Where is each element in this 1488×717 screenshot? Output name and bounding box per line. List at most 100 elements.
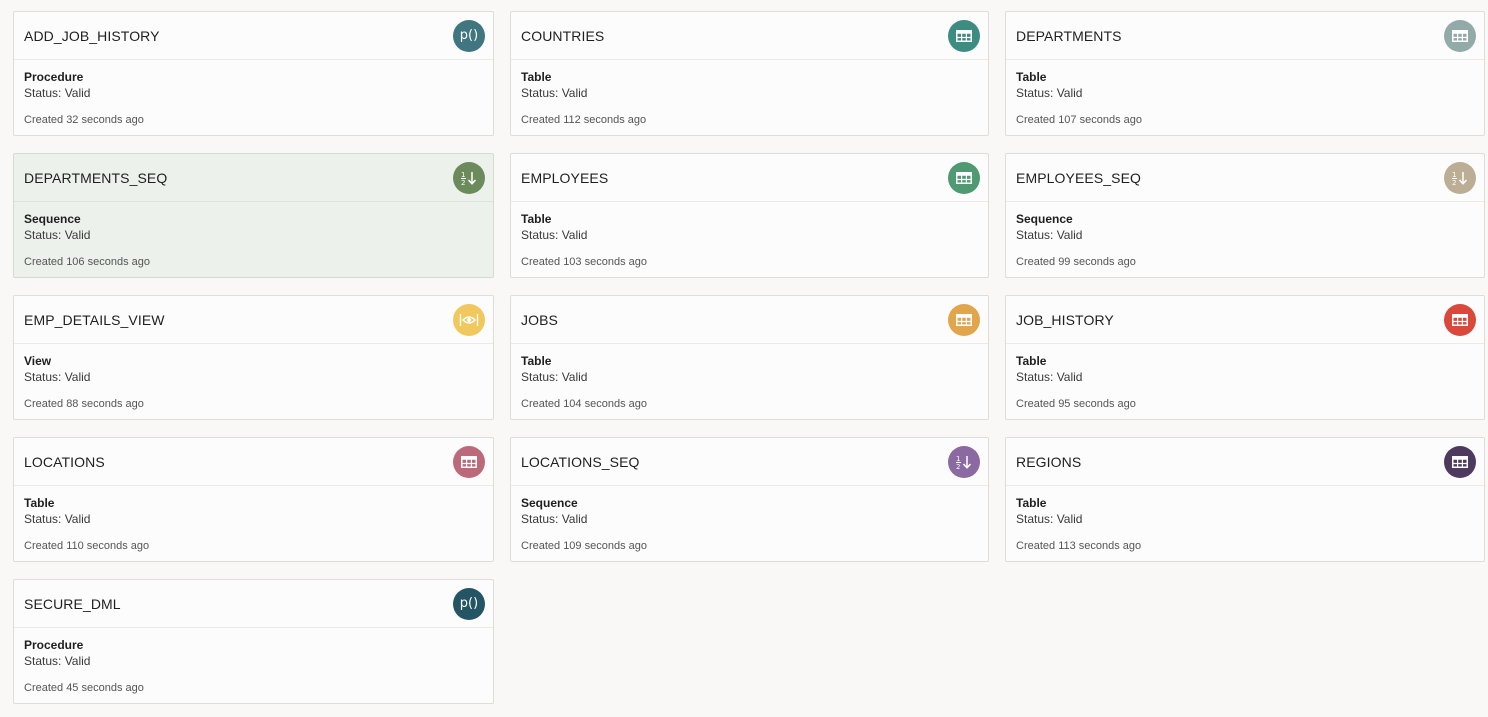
card-header: JOBS bbox=[511, 296, 988, 344]
object-status: Status: Valid bbox=[521, 512, 588, 526]
sequence-icon: 12 bbox=[948, 445, 980, 478]
object-created-time: Created 110 seconds ago bbox=[24, 540, 150, 552]
object-type: Table bbox=[1016, 354, 1047, 368]
card-body: Procedure Status: Valid Created 32 seconds… bbox=[14, 60, 493, 127]
card-header: DEPARTMENTS_SEQ 1 2 bbox=[14, 154, 493, 202]
object-created-time: Created 32 seconds ago bbox=[24, 114, 144, 126]
card-header: SECURE_DML p() bbox=[14, 580, 493, 628]
object-name[interactable]: ADD_JOB_HISTORY bbox=[24, 28, 160, 44]
object-name[interactable]: DEPARTMENTS_SEQ bbox=[24, 170, 167, 186]
view-icon bbox=[453, 303, 485, 336]
object-type: Sequence bbox=[24, 212, 81, 226]
object-type: Table bbox=[1016, 70, 1047, 84]
object-created-time: Created 113 seconds ago bbox=[1016, 540, 1142, 552]
object-created-time: Created 95 seconds ago bbox=[1016, 398, 1136, 410]
object-created-time: Created 45 seconds ago bbox=[24, 682, 144, 694]
object-type: Table bbox=[521, 354, 552, 368]
card-body: Table Status: Valid Created 110 seconds ag… bbox=[14, 486, 493, 553]
object-status: Status: Valid bbox=[1016, 512, 1083, 526]
object-name[interactable]: JOBS bbox=[521, 312, 558, 328]
object-card[interactable]: JOBS Table Status: Valid Created 104 second… bbox=[510, 295, 989, 420]
object-type: Table bbox=[521, 212, 552, 226]
object-name[interactable]: SECURE_DML bbox=[24, 596, 121, 612]
object-created-time: Created 99 seconds ago bbox=[1016, 256, 1136, 268]
object-name[interactable]: LOCATIONS_SEQ bbox=[521, 454, 640, 470]
card-body: Table Status: Valid Created 113 seconds ag… bbox=[1006, 486, 1484, 553]
object-name[interactable]: LOCATIONS bbox=[24, 454, 105, 470]
object-status: Status: Valid bbox=[1016, 228, 1083, 242]
object-status: Status: Valid bbox=[24, 228, 91, 242]
svg-text:2: 2 bbox=[1452, 179, 1456, 186]
card-body: Table Status: Valid Created 107 seconds ag… bbox=[1006, 60, 1484, 127]
object-name[interactable]: REGIONS bbox=[1016, 454, 1081, 470]
object-status: Status: Valid bbox=[1016, 86, 1083, 100]
object-status: Status: Valid bbox=[24, 370, 91, 384]
object-status: Status: Valid bbox=[24, 86, 91, 100]
object-card[interactable]: REGIONS Table Status: Valid Created 113 sec… bbox=[1005, 437, 1485, 562]
object-created-time: Created 104 seconds ago bbox=[521, 398, 647, 410]
card-header: JOB_HISTORY bbox=[1006, 296, 1484, 344]
object-status: Status: Valid bbox=[521, 86, 588, 100]
object-card[interactable]: LOCATIONS Table Status: Valid Created 110 s… bbox=[13, 437, 494, 562]
object-created-time: Created 106 seconds ago bbox=[24, 256, 150, 268]
sequence-icon: 12 bbox=[1444, 161, 1476, 194]
card-header: DEPARTMENTS bbox=[1006, 12, 1484, 60]
object-status: Status: Valid bbox=[521, 370, 588, 384]
object-created-time: Created 109 seconds ago bbox=[521, 540, 647, 552]
card-header: EMPLOYEES_SEQ 1 2 bbox=[1006, 154, 1484, 202]
object-card[interactable]: JOB_HISTORY Table Status: Valid Created 95 … bbox=[1005, 295, 1485, 420]
table-icon bbox=[1444, 303, 1476, 336]
object-created-time: Created 103 seconds ago bbox=[521, 256, 647, 268]
svg-text:1: 1 bbox=[956, 455, 960, 463]
card-body: Table Status: Valid Created 95 seconds ago bbox=[1006, 344, 1484, 411]
card-body: Sequence Status: Valid Created 109 seconds… bbox=[511, 486, 988, 553]
procedure-glyph: p() bbox=[459, 596, 479, 611]
card-body: Sequence Status: Valid Created 106 seconds… bbox=[14, 202, 493, 269]
object-name[interactable]: EMP_DETAILS_VIEW bbox=[24, 312, 165, 328]
object-type: View bbox=[24, 354, 52, 368]
object-card[interactable]: EMP_DETAILS_VIEW View Status: Valid Created… bbox=[13, 295, 494, 420]
svg-text:1: 1 bbox=[1452, 171, 1456, 179]
object-card[interactable]: ADD_JOB_HISTORY p() Procedure Status: Valid… bbox=[13, 11, 494, 136]
card-body: View Status: Valid Created 88 seconds ago bbox=[14, 344, 493, 411]
object-status: Status: Valid bbox=[24, 654, 91, 668]
object-type: Sequence bbox=[1016, 212, 1073, 226]
object-name[interactable]: COUNTRIES bbox=[521, 28, 604, 44]
object-name[interactable]: JOB_HISTORY bbox=[1016, 312, 1114, 328]
card-header: LOCATIONS_SEQ 1 2 bbox=[511, 438, 988, 486]
object-type: Table bbox=[1016, 496, 1047, 510]
object-type: Procedure bbox=[24, 70, 84, 84]
table-icon bbox=[948, 19, 980, 52]
card-header: ADD_JOB_HISTORY p() bbox=[14, 12, 493, 60]
object-card[interactable]: LOCATIONS_SEQ 1 2 Sequence Status: Valid Crea… bbox=[510, 437, 989, 562]
table-icon bbox=[1444, 19, 1476, 52]
card-body: Table Status: Valid Created 112 seconds ag… bbox=[511, 60, 988, 127]
object-card[interactable]: COUNTRIES Table Status: Valid Created 112 s… bbox=[510, 11, 989, 136]
procedure-glyph: p() bbox=[459, 28, 479, 43]
object-card[interactable]: EMPLOYEES Table Status: Valid Created 103 s… bbox=[510, 153, 989, 278]
card-header: EMPLOYEES bbox=[511, 154, 988, 202]
card-body: Table Status: Valid Created 104 seconds ag… bbox=[511, 344, 988, 411]
procedure-icon: p() bbox=[453, 587, 485, 620]
object-card[interactable]: DEPARTMENTS_SEQ 1 2 Sequence Status: Valid Cr… bbox=[13, 153, 494, 278]
card-body: Sequence Status: Valid Created 99 seconds … bbox=[1006, 202, 1484, 269]
object-name[interactable]: DEPARTMENTS bbox=[1016, 28, 1122, 44]
object-name[interactable]: EMPLOYEES bbox=[521, 170, 608, 186]
table-icon bbox=[1444, 445, 1476, 478]
svg-text:1: 1 bbox=[461, 171, 465, 179]
object-status: Status: Valid bbox=[24, 512, 91, 526]
table-icon bbox=[948, 303, 980, 336]
object-name[interactable]: EMPLOYEES_SEQ bbox=[1016, 170, 1141, 186]
object-type: Sequence bbox=[521, 496, 578, 510]
object-created-time: Created 88 seconds ago bbox=[24, 398, 144, 410]
table-icon bbox=[948, 161, 980, 194]
card-header: REGIONS bbox=[1006, 438, 1484, 486]
object-created-time: Created 107 seconds ago bbox=[1016, 114, 1142, 126]
object-card[interactable]: DEPARTMENTS Table Status: Valid Created 107… bbox=[1005, 11, 1485, 136]
object-card[interactable]: SECURE_DML p() Procedure Status: Valid Creat… bbox=[13, 579, 494, 704]
object-card[interactable]: EMPLOYEES_SEQ 1 2 Sequence Status: Valid Crea… bbox=[1005, 153, 1485, 278]
svg-text:2: 2 bbox=[956, 463, 960, 470]
object-status: Status: Valid bbox=[1016, 370, 1083, 384]
object-type: Procedure bbox=[24, 638, 84, 652]
object-type: Table bbox=[521, 70, 552, 84]
